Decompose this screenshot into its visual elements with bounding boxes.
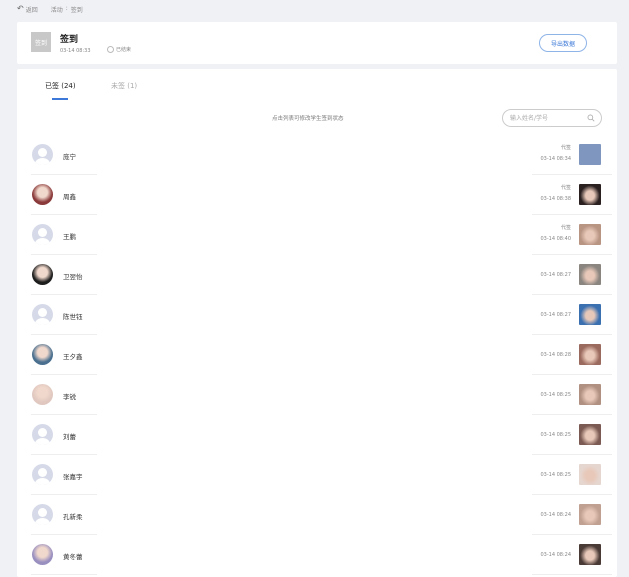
signin-photo-thumbnail[interactable] bbox=[579, 464, 601, 485]
student-row[interactable]: 陈世钰 03-14 08:27 bbox=[17, 295, 617, 335]
student-name: 卫翌怡 bbox=[63, 273, 83, 281]
student-avatar bbox=[32, 544, 53, 565]
activity-type-badge: 签到 bbox=[31, 32, 51, 52]
breadcrumb-checkin: 签到 bbox=[70, 6, 83, 14]
activity-title: 签到 bbox=[60, 35, 79, 45]
activity-date: 03-14 08:33 bbox=[60, 48, 91, 54]
signin-time: 03-14 08:25 bbox=[540, 392, 571, 398]
signin-photo-thumbnail[interactable] bbox=[579, 504, 601, 525]
top-bar: ↶ 返回 活动 : 签到 bbox=[17, 3, 83, 15]
student-name: 黄冬蕾 bbox=[63, 553, 83, 561]
proxy-signin-tag: 代签 bbox=[560, 145, 571, 151]
student-name: 陈世钰 bbox=[63, 313, 83, 321]
back-button[interactable]: ↶ 返回 bbox=[17, 5, 38, 14]
student-row[interactable]: 周鑫 代签 03-14 08:38 bbox=[17, 175, 617, 215]
student-name: 周鑫 bbox=[63, 193, 76, 201]
signin-time: 03-14 08:40 bbox=[540, 236, 571, 242]
signin-photo-thumbnail[interactable] bbox=[579, 184, 601, 205]
student-row[interactable]: 庞宁 代签 03-14 08:34 bbox=[17, 135, 617, 175]
signin-photo-thumbnail[interactable] bbox=[579, 304, 601, 325]
student-name: 李锐 bbox=[63, 393, 76, 401]
student-avatar bbox=[32, 504, 53, 525]
student-row[interactable]: 王夕鑫 03-14 08:28 bbox=[17, 335, 617, 375]
student-name: 王夕鑫 bbox=[63, 353, 83, 361]
student-row[interactable]: 卫翌怡 03-14 08:27 bbox=[17, 255, 617, 295]
tab-signed[interactable]: 已签 (24) bbox=[45, 81, 76, 91]
breadcrumb-separator: : bbox=[65, 4, 68, 12]
student-list: 庞宁 代签 03-14 08:34 周鑫 代签 03-14 08:38 王鹏 代签 03-14 … bbox=[17, 135, 617, 575]
student-avatar bbox=[32, 424, 53, 445]
search-icon[interactable] bbox=[587, 114, 595, 122]
signin-photo-thumbnail[interactable] bbox=[579, 424, 601, 445]
student-row[interactable]: 李锐 03-14 08:25 bbox=[17, 375, 617, 415]
signin-time: 03-14 08:24 bbox=[540, 512, 571, 518]
breadcrumb: 活动 : 签到 bbox=[51, 5, 83, 14]
signin-time: 03-14 08:27 bbox=[540, 272, 571, 278]
back-arrow-icon: ↶ bbox=[17, 4, 24, 13]
student-name: 庞宁 bbox=[63, 153, 76, 161]
signin-time: 03-14 08:25 bbox=[540, 472, 571, 478]
row-divider bbox=[532, 574, 612, 575]
student-name: 刘蕾 bbox=[63, 433, 76, 441]
student-row[interactable]: 王鹏 代签 03-14 08:40 bbox=[17, 215, 617, 255]
signin-panel: 已签 (24) 未签 (1) 点击列表可修改学生签到状态 庞宁代签03-14 0… bbox=[17, 69, 617, 577]
student-avatar bbox=[32, 264, 53, 285]
activity-status: 已结束 bbox=[107, 46, 131, 53]
student-avatar bbox=[32, 384, 53, 405]
proxy-signin-tag: 代签 bbox=[560, 185, 571, 191]
student-row[interactable]: 孔新柔 03-14 08:24 bbox=[17, 495, 617, 535]
activity-status-label: 已结束 bbox=[116, 47, 132, 53]
breadcrumb-activity[interactable]: 活动 bbox=[51, 5, 63, 14]
activity-card: 签到 签到 03-14 08:33 已结束 导出数据 bbox=[17, 22, 617, 64]
signin-photo-thumbnail[interactable] bbox=[579, 224, 601, 245]
status-circle-icon bbox=[107, 46, 114, 53]
signin-time: 03-14 08:38 bbox=[540, 196, 571, 202]
signin-photo-thumbnail[interactable] bbox=[579, 144, 601, 165]
student-avatar bbox=[32, 344, 53, 365]
student-name: 张嘉宇 bbox=[63, 473, 83, 481]
search-box[interactable] bbox=[502, 109, 602, 127]
tab-unsigned[interactable]: 未签 (1) bbox=[111, 81, 137, 91]
back-label: 返回 bbox=[25, 6, 38, 14]
signin-photo-thumbnail[interactable] bbox=[579, 264, 601, 285]
search-input[interactable] bbox=[510, 113, 582, 124]
export-data-button[interactable]: 导出数据 bbox=[539, 34, 587, 52]
signin-time: 03-14 08:34 bbox=[540, 156, 571, 162]
student-avatar bbox=[32, 464, 53, 485]
student-avatar bbox=[32, 304, 53, 325]
proxy-signin-tag: 代签 bbox=[560, 225, 571, 231]
signin-time: 03-14 08:27 bbox=[540, 312, 571, 318]
student-avatar bbox=[32, 184, 53, 205]
student-name: 孔新柔 bbox=[63, 513, 83, 521]
list-hint: 点击列表可修改学生签到状态 bbox=[272, 116, 344, 122]
student-name: 王鹏 bbox=[63, 233, 76, 241]
tab-bar: 已签 (24) 未签 (1) bbox=[17, 69, 617, 101]
student-row[interactable]: 刘蕾 03-14 08:25 bbox=[17, 415, 617, 455]
signin-photo-thumbnail[interactable] bbox=[579, 344, 601, 365]
signin-photo-thumbnail[interactable] bbox=[579, 384, 601, 405]
signin-time: 03-14 08:25 bbox=[540, 432, 571, 438]
student-row[interactable]: 黄冬蕾 03-14 08:24 bbox=[17, 535, 617, 575]
signin-time: 03-14 08:28 bbox=[540, 352, 571, 358]
signin-time: 03-14 08:24 bbox=[540, 552, 571, 558]
signin-photo-thumbnail[interactable] bbox=[579, 544, 601, 565]
row-divider bbox=[31, 574, 97, 575]
student-avatar bbox=[32, 144, 53, 165]
active-tab-indicator bbox=[52, 98, 68, 100]
student-avatar bbox=[32, 224, 53, 245]
student-row[interactable]: 张嘉宇 03-14 08:25 bbox=[17, 455, 617, 495]
